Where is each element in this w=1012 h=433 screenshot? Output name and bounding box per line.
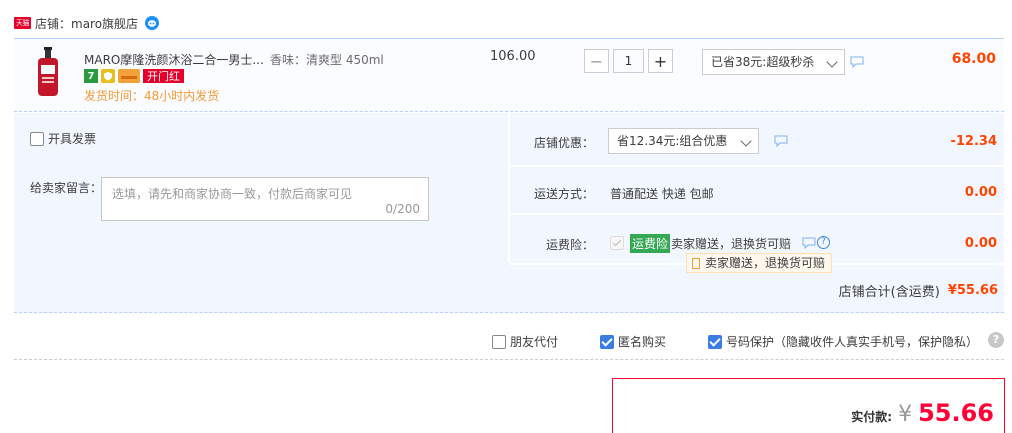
shop-discount-amount: -12.34 xyxy=(950,134,997,149)
order-item-row: MARO摩隆洗颜沐浴二合一男士... 香味：清爽型 450ml 7 开门红 发货… xyxy=(14,38,1004,112)
payment-line: 实付款: ¥ 55.66 xyxy=(851,399,994,427)
shop-discount-value: 省12.34元:组合优惠 xyxy=(617,134,728,148)
promo-badge[interactable]: 开门红 xyxy=(143,69,184,83)
shop-header: 天猫 店铺：maro旗舰店 xyxy=(14,12,160,34)
shipping-method-value: 普通配送 快递 包邮 xyxy=(610,187,714,201)
payment-label: 实付款: xyxy=(851,410,893,424)
unit-price: 106.00 xyxy=(490,49,536,64)
tmall-badge-icon: 天猫 xyxy=(14,17,31,29)
item-promo-value: 已省38元:超级秒杀 xyxy=(711,55,815,69)
quantity-input[interactable]: 1 xyxy=(613,49,644,73)
anonymous-label: 匿名购买 xyxy=(618,335,667,349)
invoice-option[interactable]: 开具发票 xyxy=(30,130,96,147)
help-question-icon[interactable]: ? xyxy=(817,236,830,249)
shipping-time: 发货时间：48小时内发货 xyxy=(84,89,220,103)
shipping-insurance-checkbox xyxy=(610,236,624,250)
quantity-stepper: − 1 + xyxy=(584,49,673,73)
seller-note-counter: 0/200 xyxy=(385,202,420,216)
privacy-option[interactable]: 号码保护（隐藏收件人真实手机号，保护隐私） xyxy=(708,333,978,350)
shipping-insurance-label: 运费险： xyxy=(546,238,595,252)
wangwang-chat-icon[interactable] xyxy=(144,15,160,31)
help-icon[interactable]: ? xyxy=(988,332,1004,348)
payment-amount: 55.66 xyxy=(918,399,994,427)
comment-icon[interactable] xyxy=(774,135,788,147)
order-options-area: 开具发票 给卖家留言： 选填，请先和商家协商一致，付款后商家可见 0/200 店… xyxy=(14,113,1004,313)
shop-name-link[interactable]: 店铺：maro旗舰店 xyxy=(35,15,138,32)
comment-icon[interactable] xyxy=(850,56,864,68)
service-icons: 7 开门红 xyxy=(84,69,184,83)
credit-card-icon[interactable] xyxy=(118,69,140,83)
shop-total-label: 店铺合计(含运费) xyxy=(838,285,940,300)
friend-pay-checkbox[interactable] xyxy=(492,334,506,349)
anonymous-option[interactable]: 匿名购买 xyxy=(600,333,666,350)
item-promo-select[interactable]: 已省38元:超级秒杀 xyxy=(702,49,845,75)
payment-currency: ¥ xyxy=(898,402,913,427)
shipping-insurance-desc: 卖家赠送，退换货可赔 xyxy=(671,237,792,251)
shipping-insurance-tag: 运费险 xyxy=(630,234,671,253)
shop-discount-select[interactable]: 省12.34元:组合优惠 xyxy=(608,128,759,154)
insurance-tooltip: 卖家赠送，退换货可赔 xyxy=(686,253,833,273)
invoice-checkbox[interactable] xyxy=(30,131,44,146)
shop-total: 店铺合计(含运费) ¥55.66 xyxy=(839,281,998,300)
privacy-label: 号码保护（隐藏收件人真实手机号，保护隐私） xyxy=(726,335,979,349)
product-thumbnail[interactable] xyxy=(34,47,62,97)
seven-day-return-icon[interactable]: 7 xyxy=(84,69,98,83)
shipping-amount: 0.00 xyxy=(964,185,997,200)
chevron-down-icon xyxy=(826,56,838,68)
item-subtotal: 68.00 xyxy=(951,51,996,67)
shipping-insurance-amount: 0.00 xyxy=(964,236,997,251)
friend-pay-label: 朋友代付 xyxy=(510,335,559,349)
increase-quantity-button[interactable]: + xyxy=(648,49,673,73)
anonymous-checkbox[interactable] xyxy=(600,334,614,349)
friend-pay-option[interactable]: 朋友代付 xyxy=(492,333,558,350)
payment-summary: 实付款: ¥ 55.66 xyxy=(612,378,1005,433)
seller-note-placeholder: 选填，请先和商家协商一致，付款后商家可见 xyxy=(112,187,353,201)
shipping-method-label: 运送方式： xyxy=(534,187,595,201)
comment-icon[interactable] xyxy=(802,237,816,249)
seller-note-label: 给卖家留言： xyxy=(30,181,103,195)
decrease-quantity-button[interactable]: − xyxy=(584,49,609,73)
checkout-options-bar: 朋友代付 匿名购买 号码保护（隐藏收件人真实手机号，保护隐私） ? xyxy=(14,324,1004,360)
shop-discount-label: 店铺优惠： xyxy=(534,136,595,150)
product-sku: 香味：清爽型 450ml xyxy=(270,53,384,67)
chevron-down-icon xyxy=(740,135,752,147)
product-title-link[interactable]: MARO摩隆洗颜沐浴二合一男士... xyxy=(84,51,264,68)
privacy-checkbox[interactable] xyxy=(708,334,722,349)
seller-note-textarea[interactable]: 选填，请先和商家协商一致，付款后商家可见 0/200 xyxy=(101,177,429,221)
shop-total-value: ¥55.66 xyxy=(947,283,998,298)
guarantee-icon[interactable] xyxy=(101,69,115,83)
invoice-label: 开具发票 xyxy=(48,132,97,146)
